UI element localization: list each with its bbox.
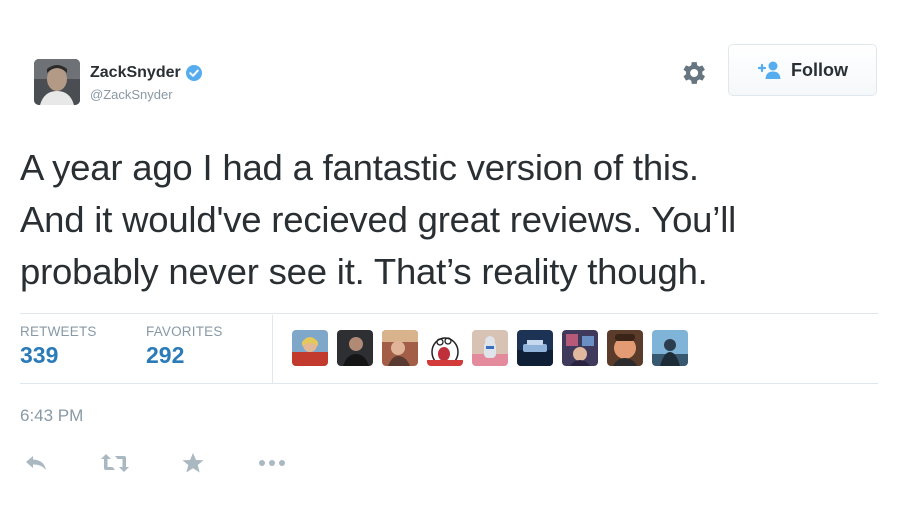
display-name-row[interactable]: ZackSnyder bbox=[90, 64, 202, 82]
favoriter-avatar-3[interactable] bbox=[382, 330, 418, 366]
stats-divider bbox=[272, 315, 273, 384]
favoriter-avatar-8[interactable] bbox=[607, 330, 643, 366]
divider-bottom bbox=[20, 383, 878, 384]
favoriter-avatar-4[interactable] bbox=[427, 330, 463, 366]
favoriter-avatar-6[interactable] bbox=[517, 330, 553, 366]
tweet-timestamp[interactable]: 6:43 PM bbox=[20, 406, 83, 426]
retweets-count: 339 bbox=[20, 342, 59, 368]
favoriter-avatar-5[interactable] bbox=[472, 330, 508, 366]
add-user-icon bbox=[757, 61, 781, 79]
favorite-icon bbox=[182, 453, 204, 473]
retweet-button[interactable] bbox=[98, 453, 132, 473]
avatar[interactable] bbox=[34, 59, 80, 105]
tweet-actions bbox=[22, 452, 288, 474]
avatar-image bbox=[34, 59, 80, 105]
gear-icon[interactable] bbox=[678, 58, 708, 88]
reply-button[interactable] bbox=[22, 454, 50, 472]
user-handle[interactable]: @ZackSnyder bbox=[90, 87, 173, 102]
favorites-stat[interactable]: FAVORITES 292 bbox=[146, 324, 223, 369]
more-button[interactable] bbox=[256, 458, 288, 468]
follow-button[interactable]: Follow bbox=[728, 44, 877, 96]
favoriter-avatar-2[interactable] bbox=[337, 330, 373, 366]
more-icon bbox=[259, 460, 285, 466]
retweet-icon bbox=[101, 454, 129, 472]
verified-badge-icon bbox=[185, 65, 202, 81]
retweets-label: RETWEETS bbox=[20, 324, 97, 339]
favoriter-avatar-7[interactable] bbox=[562, 330, 598, 366]
reply-icon bbox=[26, 456, 46, 470]
follow-button-label: Follow bbox=[791, 59, 848, 80]
favoriter-avatar-9[interactable] bbox=[652, 330, 688, 366]
divider-top bbox=[20, 313, 878, 314]
favoriter-avatar-1[interactable] bbox=[292, 330, 328, 366]
favorites-label: FAVORITES bbox=[146, 324, 223, 339]
tweet-text: A year ago I had a fantastic version of … bbox=[20, 147, 737, 292]
favoriters-list bbox=[292, 330, 688, 366]
display-name[interactable]: ZackSnyder bbox=[90, 64, 181, 82]
favorites-count: 292 bbox=[146, 342, 185, 368]
favorite-button[interactable] bbox=[180, 452, 206, 474]
retweets-stat[interactable]: RETWEETS 339 bbox=[20, 324, 97, 369]
